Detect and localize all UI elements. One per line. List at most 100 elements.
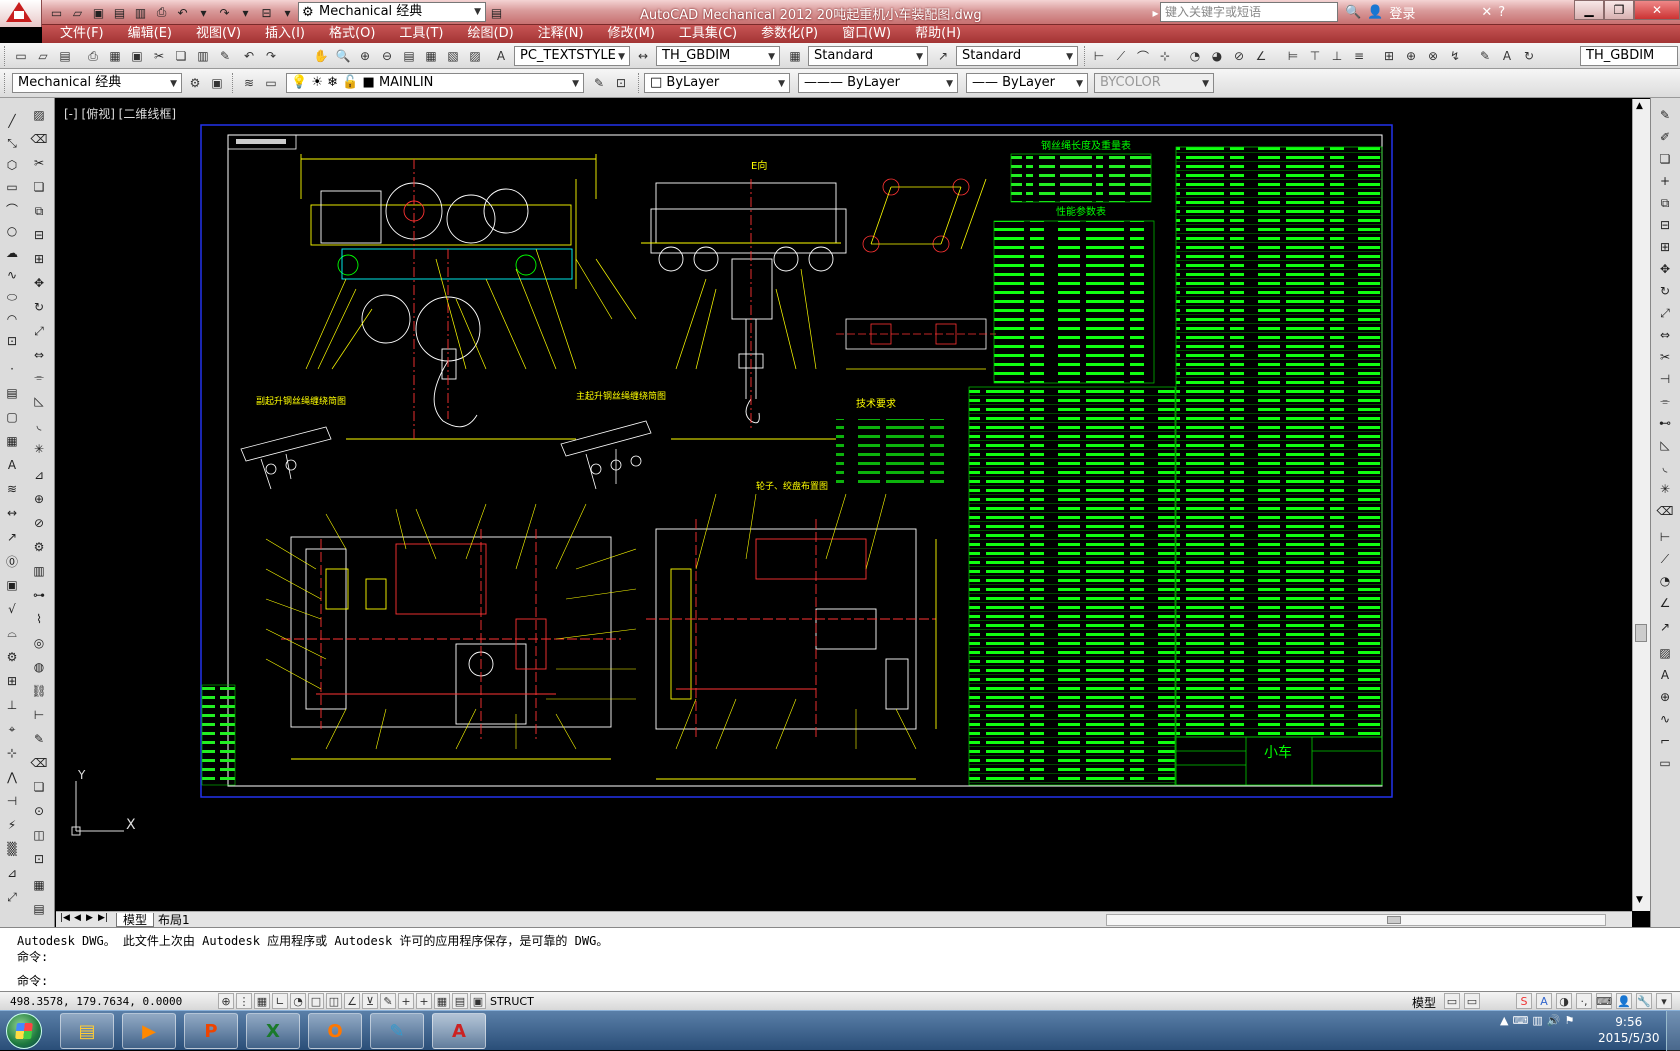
gear-icon[interactable]: ⚙ [186,74,204,92]
command-input[interactable]: 命令: [17,972,48,989]
menu-view[interactable]: 视图(V) [184,25,253,43]
match-properties-icon[interactable]: ✎ [216,47,234,65]
show-desktop-button[interactable] [1666,1011,1680,1051]
3d-osnap-icon[interactable]: ◫ [326,993,342,1009]
scroll-down-icon[interactable]: ▼ [1636,895,1643,905]
user-icon[interactable]: 👤 [1616,993,1632,1009]
lineweight-select[interactable]: —— ByLayer ▼ [966,73,1088,93]
redo-dropdown-icon[interactable]: ▾ [236,3,255,22]
array-icon[interactable]: ⊞ [1656,238,1674,256]
linetype-select[interactable]: ——— ByLayer ▼ [798,73,958,93]
mech-line-icon[interactable]: ⊿ [30,466,48,484]
toolbar-grip[interactable] [4,46,7,66]
tab-nav-prev-icon[interactable]: ◀ [74,913,81,923]
menu-help[interactable]: 帮助(H) [903,25,973,43]
outlook-icon[interactable]: O [308,1013,362,1049]
structure-icon[interactable]: ⊡ [30,850,48,868]
start-button[interactable] [6,1013,42,1049]
volume-icon[interactable]: 🔊 [1547,1014,1561,1027]
toolbar-grip[interactable] [232,73,235,93]
ime-tray-icon[interactable]: ⌨ [1512,1014,1528,1027]
bearing-icon[interactable]: ◎ [30,634,48,652]
open-sheet-icon[interactable]: ▣ [89,3,108,22]
layer-tools-icon[interactable]: ≋ [3,480,21,498]
vertical-scroll-thumb[interactable] [1635,624,1647,642]
network-icon[interactable]: ▥ [1532,1014,1542,1027]
clone-icon[interactable]: ❏ [1656,150,1674,168]
fcf-icon[interactable]: ⊞ [3,672,21,690]
redo-icon[interactable]: ↷ [262,47,280,65]
selection-cycling-icon[interactable]: ▤ [452,993,468,1009]
text-style-icon[interactable]: A [492,47,510,65]
save-icon[interactable]: ▤ [56,47,74,65]
library-icon[interactable]: ▤ [30,900,48,918]
struct-icon[interactable]: ▣ [470,993,486,1009]
dim-edit-icon[interactable]: ✎ [1476,47,1494,65]
transparency-icon[interactable]: + [416,993,432,1009]
centerline-icon[interactable]: ⊕ [30,490,48,508]
center-mark-icon[interactable]: ⊕ [1402,47,1420,65]
join-icon[interactable]: ⊷ [1656,414,1674,432]
scale-icon[interactable]: ⤢ [30,322,48,340]
rectangle-icon[interactable]: ▭ [1656,754,1674,772]
menu-parametric[interactable]: 参数化(P) [749,25,830,43]
paint-icon[interactable]: ✎ [370,1013,424,1049]
statusbar-menu-icon[interactable]: ▾ [1656,993,1672,1009]
spline-icon[interactable]: ∿ [3,266,21,284]
scale-icon[interactable]: ⤢ [1656,304,1674,322]
ime-text-icon[interactable]: A [1536,993,1552,1009]
jogged-dim-icon[interactable]: ◕ [1208,47,1226,65]
excel-icon[interactable]: X [246,1013,300,1049]
power-copy-icon[interactable]: ❏ [30,778,48,796]
undo-icon[interactable]: ↶ [240,47,258,65]
open-icon[interactable]: ▱ [34,47,52,65]
new-icon[interactable]: ▭ [47,3,66,22]
help-search-input[interactable]: 键入关键字或短语 [1160,2,1338,22]
sougou-icon[interactable]: S [1516,993,1532,1009]
explode-icon[interactable]: ✳ [1656,480,1674,498]
keyboard-icon[interactable]: ⌨ [1596,993,1612,1009]
spring-icon[interactable]: ⌇ [30,610,48,628]
layer-select[interactable]: 💡 ☀ ❄ 🔓 ■ MAINLIN ▼ [286,73,584,93]
menu-draw[interactable]: 绘图(D) [456,25,526,43]
extend-icon[interactable]: ⊣ [1656,370,1674,388]
multileader-style-icon[interactable]: ↗ [934,47,952,65]
sheet-set-icon[interactable]: ▨ [466,47,484,65]
plotstyle-select[interactable]: BYCOLOR ▼ [1094,73,1214,93]
fillet-icon[interactable]: ◟ [30,416,48,434]
power-dim-icon[interactable]: ⊢ [30,706,48,724]
dim-angle-icon[interactable]: ∠ [1656,594,1674,612]
linear-dim-icon[interactable]: ⊢ [1090,47,1108,65]
undo-dropdown-icon[interactable]: ▾ [194,3,213,22]
workspace-select[interactable]: Mechanical 经典 ▼ [12,73,182,93]
dim-style-icon[interactable]: ↔ [634,47,652,65]
break-icon[interactable]: ⌯ [1656,392,1674,410]
snap-icon[interactable]: ⌖ [3,720,21,738]
leader-icon[interactable]: ↗ [3,528,21,546]
revcloud-icon[interactable]: ☁ [3,244,21,262]
menu-edit[interactable]: 编辑(E) [116,25,184,43]
hole-icon[interactable]: ⊘ [30,514,48,532]
mirror-icon[interactable]: ⧉ [30,202,48,220]
quick-dim-icon[interactable]: ⊨ [1284,47,1302,65]
rotate-icon[interactable]: ↻ [30,298,48,316]
polyline-icon[interactable]: ⌐ [1656,732,1674,750]
powerpoint-icon[interactable]: P [184,1013,238,1049]
layer-state-icon[interactable]: ▭ [262,74,280,92]
search-icon[interactable]: 🔍 [1345,5,1361,20]
print-icon[interactable]: ⎙ [152,3,171,22]
qat-dropdown-icon[interactable]: ▾ [278,3,297,22]
publish-icon[interactable]: ▣ [128,47,146,65]
arc-length-icon[interactable]: ⌒ [1134,47,1152,65]
explode-icon[interactable]: ✳ [30,440,48,458]
dim-style-select[interactable]: TH_GBDIM ▼ [656,46,780,66]
content-icon[interactable]: ▦ [30,876,48,894]
detail-icon[interactable]: ⊙ [30,802,48,820]
leader-icon[interactable]: ↗ [1656,618,1674,636]
dim-radius-icon[interactable]: ◔ [1656,572,1674,590]
copy-icon[interactable]: ❏ [172,47,190,65]
lineweight-toggle-icon[interactable]: + [398,993,414,1009]
baseline-dim-icon[interactable]: ⊤ [1306,47,1324,65]
move-icon[interactable]: ✥ [30,274,48,292]
text-icon[interactable]: A [1656,666,1674,684]
